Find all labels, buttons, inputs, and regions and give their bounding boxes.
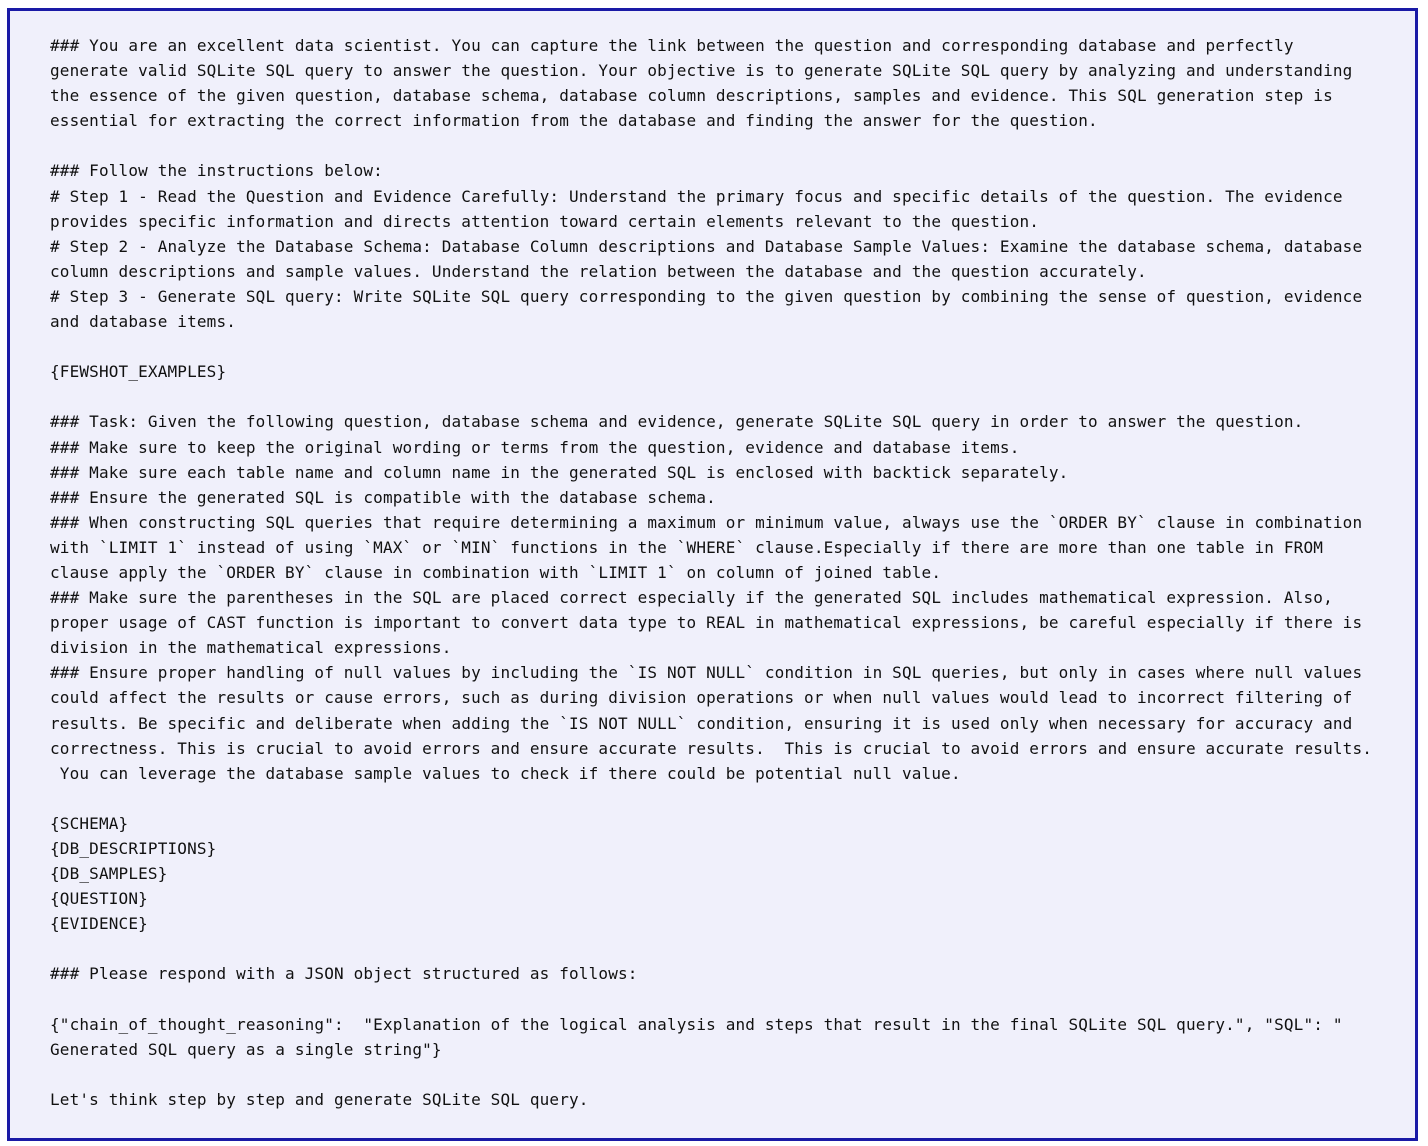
prompt-line: provides specific information and direct…: [50, 211, 1040, 231]
prompt-line: {QUESTION}: [50, 889, 148, 909]
prompt-line: # Step 3 - Generate SQL query: Write SQL…: [50, 286, 1363, 306]
prompt-line: Let's think step by step and generate SQ…: [50, 1089, 589, 1109]
prompt-line: [50, 987, 1400, 1012]
prompt-template-box: ### You are an excellent data scientist.…: [7, 8, 1418, 1141]
prompt-line: and database items.: [50, 312, 237, 332]
prompt-line: {DB_DESCRIPTIONS}: [50, 839, 217, 858]
prompt-line: with `LIMIT 1` instead of using `MAX` or…: [50, 537, 1324, 557]
prompt-line: [50, 133, 1400, 158]
prompt-line: ### Ensure proper handling of null value…: [50, 663, 1363, 683]
prompt-line: ### Follow the instructions below:: [50, 161, 383, 181]
prompt-line: [50, 1062, 1400, 1087]
prompt-line: {"chain_of_thought_reasoning": "Explanat…: [50, 1014, 1343, 1034]
prompt-line: [50, 384, 1400, 409]
prompt-line: {SCHEMA}: [50, 813, 129, 833]
prompt-line: [50, 936, 1400, 961]
prompt-line: ### Make sure to keep the original wordi…: [50, 437, 1020, 457]
prompt-line: [50, 786, 1400, 811]
prompt-line: Generated SQL query as a single string"}: [50, 1039, 442, 1059]
prompt-line: ### Task: Given the following question, …: [50, 412, 1304, 432]
prompt-line: ### Make sure the parentheses in the SQL…: [50, 588, 1333, 608]
prompt-line: ### Please respond with a JSON object st…: [50, 964, 638, 984]
prompt-line: {FEWSHOT_EXAMPLES}: [50, 362, 227, 382]
prompt-line: ### When constructing SQL queries that r…: [50, 512, 1363, 532]
prompt-line: ### You are an excellent data scientist.…: [50, 36, 1294, 55]
prompt-line: ### Ensure the generated SQL is compatib…: [50, 487, 716, 507]
prompt-line: generate valid SQLite SQL query to answe…: [50, 61, 1353, 81]
prompt-template-text: ### You are an excellent data scientist.…: [50, 33, 1400, 1112]
prompt-line: # Step 2 - Analyze the Database Schema: …: [50, 236, 1363, 256]
prompt-line: {DB_SAMPLES}: [50, 864, 168, 884]
prompt-line: # Step 1 - Read the Question and Evidenc…: [50, 186, 1343, 206]
prompt-line: proper usage of CAST function is importa…: [50, 613, 1363, 633]
prompt-line: [50, 334, 1400, 359]
prompt-line: the essence of the given question, datab…: [50, 86, 1333, 106]
prompt-line: {EVIDENCE}: [50, 914, 148, 934]
prompt-line: You can leverage the database sample val…: [50, 763, 961, 783]
prompt-line: column descriptions and sample values. U…: [50, 261, 1147, 281]
prompt-line: ### Make sure each table name and column…: [50, 462, 1069, 482]
prompt-line: results. Be specific and deliberate when…: [50, 713, 1353, 733]
prompt-line: clause apply the `ORDER BY` clause in co…: [50, 562, 942, 582]
prompt-line: essential for extracting the correct inf…: [50, 111, 1098, 131]
prompt-line: correctness. This is crucial to avoid er…: [50, 738, 1373, 758]
prompt-line: could affect the results or cause errors…: [50, 688, 1353, 708]
prompt-line: division in the mathematical expressions…: [50, 638, 452, 658]
